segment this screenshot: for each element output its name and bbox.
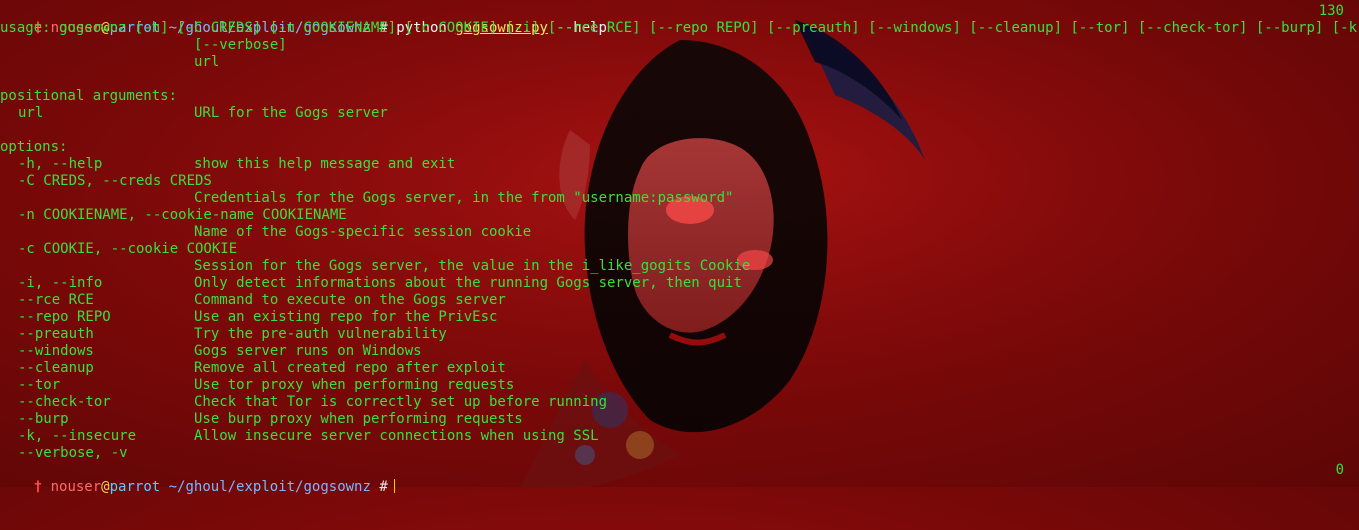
option-desc: Credentials for the Gogs server, in the … (194, 190, 734, 206)
text-cursor[interactable] (393, 479, 395, 493)
option-desc: Use tor proxy when performing requests (194, 377, 515, 393)
option-name: -c COOKIE, --cookie COOKIE (18, 241, 238, 257)
option-row: Session for the Gogs server, the value i… (0, 258, 1359, 275)
option-desc: Try the pre-auth vulnerability (194, 326, 447, 342)
option-desc: Allow insecure server connections when u… (194, 428, 599, 444)
option-name: -i, --info (18, 275, 103, 291)
terminal-line-command: † nouser@parrot ~/ghoul/exploit/gogsownz… (0, 3, 1359, 36)
option-name: -k, --insecure (18, 428, 137, 444)
option-row: --burp Use burp proxy when performing req… (0, 411, 1359, 428)
option-row: --repo REPO Use an existing repo for the … (0, 309, 1359, 326)
option-desc: Session for the Gogs server, the value i… (194, 258, 751, 274)
positional-desc: URL for the Gogs server (194, 105, 388, 121)
option-row: Credentials for the Gogs server, in the … (0, 190, 1359, 207)
section-options: options: (0, 139, 68, 155)
option-row: -n COOKIENAME, --cookie-name COOKIENAME (0, 207, 1359, 224)
positional-name: url (18, 105, 44, 121)
exit-code-bottom: 0 (1335, 462, 1344, 478)
option-name: --repo REPO (18, 309, 111, 325)
option-row: --verbose, -v (0, 445, 1359, 462)
option-desc: Use burp proxy when performing requests (194, 411, 523, 427)
option-row: --windows Gogs server runs on Windows (0, 343, 1359, 360)
option-name: --burp (18, 411, 69, 427)
option-row: --rce RCE Command to execute on the Gogs … (0, 292, 1359, 309)
option-name: --windows (18, 343, 94, 359)
option-name: --rce RCE (18, 292, 94, 308)
exit-code-top: 130 (1318, 3, 1344, 19)
prompt-user: nouser (50, 479, 102, 495)
option-row: -i, --info Only detect informations about… (0, 275, 1359, 292)
option-desc: show this help message and exit (194, 156, 456, 172)
option-name: --cleanup (18, 360, 94, 376)
usage-line-1: usage: gogsownz [-h] [-C CREDS] [-n COOK… (0, 20, 1359, 36)
option-desc: Name of the Gogs-specific session cookie (194, 224, 532, 240)
option-desc: Command to execute on the Gogs server (194, 292, 506, 308)
prompt-symbol: † (33, 479, 43, 495)
usage-line-2-text: [--verbose] (194, 37, 287, 53)
option-row: --preauth Try the pre-auth vulnerability (0, 326, 1359, 343)
terminal-line-prompt: † nouser@parrot ~/ghoul/exploit/gogsownz… (0, 462, 1359, 495)
positional-row: url URL for the Gogs server (0, 105, 1359, 122)
option-desc: Check that Tor is correctly set up befor… (194, 394, 608, 410)
option-name: --preauth (18, 326, 94, 342)
section-positional: positional arguments: (0, 88, 178, 104)
usage-line-3: url (0, 54, 1359, 71)
option-desc: Use an existing repo for the PrivEsc (194, 309, 498, 325)
option-desc: Gogs server runs on Windows (194, 343, 422, 359)
option-name: -h, --help (18, 156, 103, 172)
terminal-window[interactable]: † nouser@parrot ~/ghoul/exploit/gogsownz… (0, 3, 1359, 495)
option-row: --cleanup Remove all created repo after e… (0, 360, 1359, 377)
option-name: -n COOKIENAME, --cookie-name COOKIENAME (18, 207, 347, 223)
option-name: -C CREDS, --creds CREDS (18, 173, 212, 189)
option-row: --check-tor Check that Tor is correctly s… (0, 394, 1359, 411)
prompt-host: parrot (109, 479, 161, 495)
option-desc: Only detect informations about the runni… (194, 275, 742, 291)
option-row: -k, --insecure Allow insecure server conn… (0, 428, 1359, 445)
usage-line-3-text: url (194, 54, 220, 70)
prompt-hash: # (379, 479, 388, 495)
option-name: --check-tor (18, 394, 111, 410)
prompt-at: @ (101, 479, 110, 495)
option-desc: Remove all created repo after exploit (194, 360, 506, 376)
option-row: -C CREDS, --creds CREDS (0, 173, 1359, 190)
option-row: -h, --help show this help message and exi… (0, 156, 1359, 173)
usage-line-2: [--verbose] (0, 37, 1359, 54)
option-name: --tor (18, 377, 61, 393)
option-name: --verbose, -v (18, 445, 128, 461)
option-row: Name of the Gogs-specific session cookie (0, 224, 1359, 241)
option-row: -c COOKIE, --cookie COOKIE (0, 241, 1359, 258)
prompt-path: ~/ghoul/exploit/gogsownz (168, 479, 371, 495)
option-row: --tor Use tor proxy when performing reque… (0, 377, 1359, 394)
